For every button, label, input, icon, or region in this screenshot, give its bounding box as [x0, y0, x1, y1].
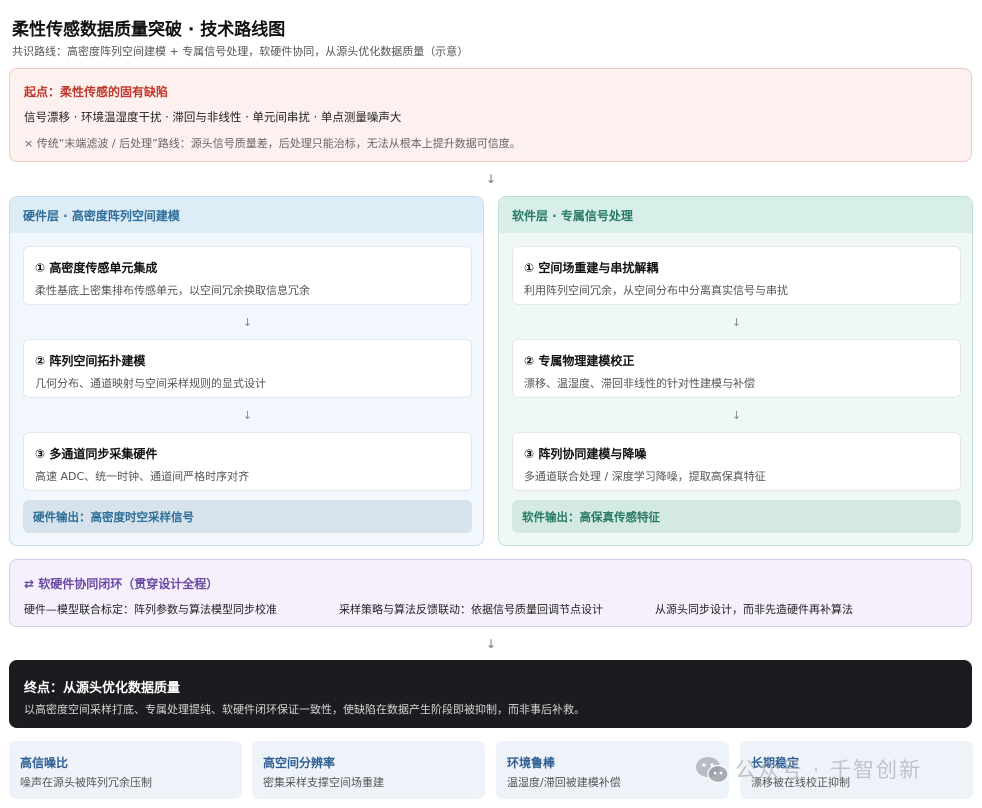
- software-panel: 软件层 · 专属信号处理 ① 空间场重建与串扰解耦 利用阵列空间冗余，从空间分布…: [498, 196, 973, 546]
- hardware-output: 硬件输出：高密度时空采样信号: [23, 500, 472, 533]
- hardware-step-card: ① 高密度传感单元集成 柔性基底上密集排布传感单元，以空间冗余换取信息冗余: [23, 246, 472, 305]
- start-issues: 信号漂移 · 环境温湿度干扰 · 滞回与非线性 · 单元间串扰 · 单点测量噪声…: [24, 110, 402, 124]
- co-design-loop-panel: ⇄ 软硬件协同闭环（贯穿设计全程） 硬件—模型联合标定：阵列参数与算法模型同步校…: [9, 559, 972, 627]
- outcome-title: 高空间分辨率: [263, 756, 336, 770]
- hardware-step-title: ③ 多通道同步采集硬件: [35, 447, 158, 461]
- hardware-step-card: ② 阵列空间拓扑建模 几何分布、通道映射与空间采样规则的显式设计: [23, 339, 472, 398]
- outcome-card: 高信噪比 噪声在源头被阵列冗余压制: [9, 741, 242, 799]
- hardware-step-desc: 高速 ADC、统一时钟、通道间严格时序对齐: [35, 470, 250, 483]
- wechat-icon: [696, 757, 729, 784]
- hardware-step-card: ③ 多通道同步采集硬件 高速 ADC、统一时钟、通道间严格时序对齐: [23, 432, 472, 491]
- software-step-desc: 利用阵列空间冗余，从空间分布中分离真实信号与串扰: [524, 284, 788, 297]
- down-arrow-icon: ↓: [486, 172, 497, 186]
- software-step-desc: 漂移、温湿度、滞回非线性的针对性建模与补偿: [524, 377, 755, 390]
- down-arrow-icon: ↓: [731, 316, 742, 329]
- loop-item: 从源头同步设计，而非先造硬件再补算法: [655, 603, 853, 616]
- start-note: × 传统“末端滤波 / 后处理”路线：源头信号质量差，后处理只能治标，无法从根本…: [24, 137, 521, 150]
- software-step-title: ③ 阵列协同建模与降噪: [524, 447, 647, 461]
- watermark: 公众号 · 千智创新: [695, 752, 965, 788]
- software-step-card: ② 专属物理建模校正 漂移、温湿度、滞回非线性的针对性建模与补偿: [512, 339, 961, 398]
- software-step-card: ① 空间场重建与串扰解耦 利用阵列空间冗余，从空间分布中分离真实信号与串扰: [512, 246, 961, 305]
- outcome-title: 环境鲁棒: [507, 756, 556, 770]
- down-arrow-icon: ↓: [731, 409, 742, 422]
- software-step-card: ③ 阵列协同建模与降噪 多通道联合处理 / 深度学习降噪，提取高保真特征: [512, 432, 961, 491]
- outcome-desc: 温湿度/滞回被建模补偿: [507, 776, 621, 789]
- loop-item: 硬件—模型联合标定：阵列参数与算法模型同步校准: [24, 603, 277, 616]
- outcome-desc: 密集采样支撑空间场重建: [263, 776, 384, 789]
- hardware-step-title: ② 阵列空间拓扑建模: [35, 354, 146, 368]
- loop-item: 采样策略与算法反馈联动：依据信号质量回调节点设计: [339, 603, 603, 616]
- hardware-step-desc: 几何分布、通道映射与空间采样规则的显式设计: [35, 377, 266, 390]
- hardware-step-title: ① 高密度传感单元集成: [35, 261, 158, 275]
- start-panel: 起点：柔性传感的固有缺陷 信号漂移 · 环境温湿度干扰 · 滞回与非线性 · 单…: [9, 68, 972, 162]
- outcome-title: 高信噪比: [20, 756, 69, 770]
- end-title: 终点：从源头优化数据质量: [24, 681, 181, 696]
- software-step-title: ② 专属物理建模校正: [524, 354, 635, 368]
- software-output: 软件输出：高保真传感特征: [512, 500, 961, 533]
- software-step-desc: 多通道联合处理 / 深度学习降噪，提取高保真特征: [524, 470, 766, 483]
- software-panel-title: 软件层 · 专属信号处理: [499, 197, 972, 233]
- hardware-panel: 硬件层 · 高密度阵列空间建模 ① 高密度传感单元集成 柔性基底上密集排布传感单…: [9, 196, 484, 546]
- end-desc: 以高密度空间采样打底、专属处理提纯、软硬件闭环保证一致性，使缺陷在数据产生阶段即…: [24, 703, 585, 716]
- page-title: 柔性传感数据质量突破 · 技术路线图: [12, 20, 286, 40]
- hardware-step-desc: 柔性基底上密集排布传感单元，以空间冗余换取信息冗余: [35, 284, 310, 297]
- down-arrow-icon: ↓: [242, 316, 253, 329]
- down-arrow-icon: ↓: [242, 409, 253, 422]
- outcome-desc: 噪声在源头被阵列冗余压制: [20, 776, 152, 789]
- loop-title: ⇄ 软硬件协同闭环（贯穿设计全程）: [24, 577, 219, 591]
- start-title: 起点：柔性传感的固有缺陷: [24, 85, 169, 99]
- outcome-card: 高空间分辨率 密集采样支撑空间场重建: [252, 741, 485, 799]
- software-step-title: ① 空间场重建与串扰解耦: [524, 261, 659, 275]
- page-subtitle: 共识路线：高密度阵列空间建模 + 专属信号处理，软硬件协同，从源头优化数据质量（…: [12, 45, 469, 58]
- hardware-panel-title: 硬件层 · 高密度阵列空间建模: [10, 197, 483, 233]
- watermark-text: 公众号 · 千智创新: [735, 758, 923, 782]
- end-panel: 终点：从源头优化数据质量 以高密度空间采样打底、专属处理提纯、软硬件闭环保证一致…: [9, 660, 972, 728]
- down-arrow-icon: ↓: [486, 637, 497, 651]
